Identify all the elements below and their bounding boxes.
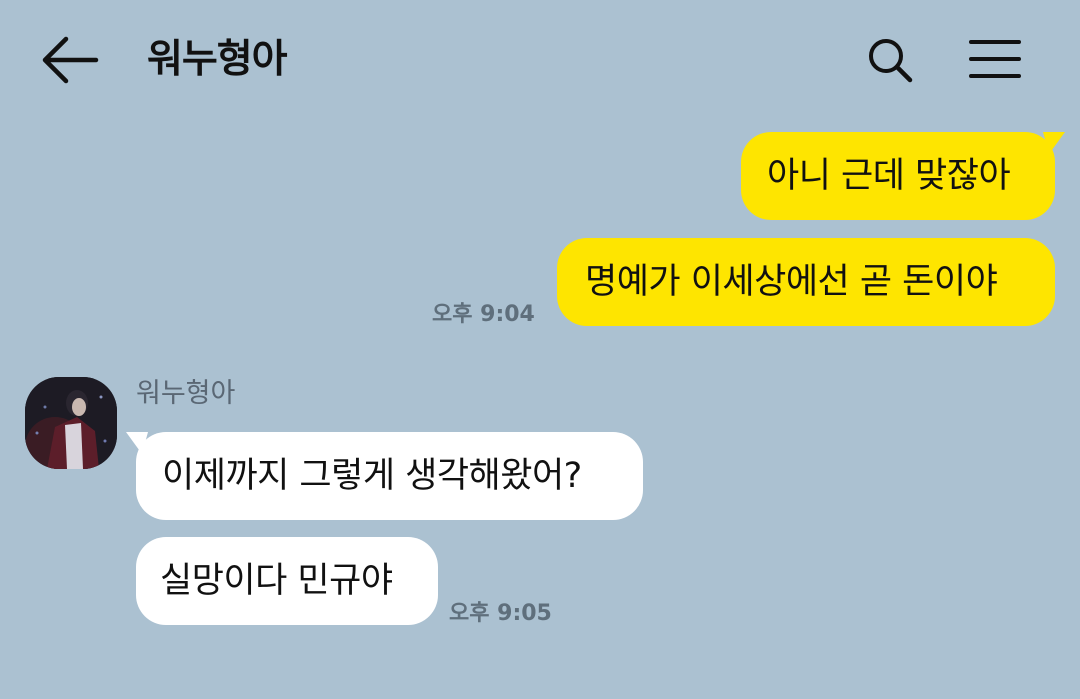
incoming-message[interactable]: 이제까지 그렇게 생각해왔어? — [126, 432, 643, 520]
chat-header: 워누형아 — [0, 0, 1080, 118]
message-text: 실망이다 민규야 — [160, 561, 393, 601]
profile-photo — [25, 377, 117, 469]
search-button[interactable] — [866, 36, 916, 84]
hamburger-menu-icon — [969, 40, 1021, 78]
chat-title: 워누형아 — [147, 37, 288, 82]
message-text: 이제까지 그렇게 생각해왔어? — [162, 456, 582, 496]
message-text: 아니 근데 맞잖아 — [767, 156, 1011, 196]
outgoing-message[interactable]: 아니 근데 맞잖아 — [741, 132, 1065, 220]
outgoing-message[interactable]: 명예가 이세상에선 곧 돈이야 — [557, 238, 1055, 326]
search-icon — [869, 39, 913, 83]
sender-name: 워누형아 — [136, 378, 236, 409]
back-button[interactable] — [40, 34, 100, 86]
bubble-tail — [1043, 132, 1065, 154]
incoming-message[interactable]: 실망이다 민규야 — [136, 537, 438, 625]
message-timestamp: 오후 9:04 — [432, 302, 535, 327]
message-timestamp: 오후 9:05 — [449, 601, 552, 626]
bubble-tail — [126, 432, 148, 454]
arrow-left-icon — [42, 36, 99, 84]
avatar[interactable] — [25, 377, 117, 469]
message-text: 명예가 이세상에선 곧 돈이야 — [585, 262, 998, 302]
menu-button[interactable] — [966, 36, 1024, 82]
